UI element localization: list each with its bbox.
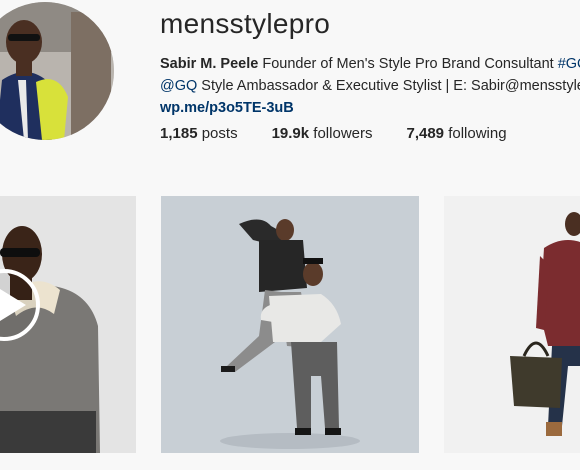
following-label: following: [448, 125, 507, 142]
bio-line-1: Sabir M. Peele Founder of Men's Style Pr…: [160, 53, 580, 75]
bio-website-link[interactable]: wp.me/p3o5TE-3uB: [160, 100, 294, 116]
stat-followers[interactable]: 19.9k followers: [272, 125, 373, 142]
following-count: 7,489: [406, 125, 445, 142]
post-tile-photo[interactable]: [444, 196, 580, 453]
bio-line-2: @GQ Style Ambassador & Executive Stylist…: [160, 75, 580, 97]
profile-username: mensstylepro: [160, 8, 331, 39]
posts-count: 1,185: [160, 125, 198, 142]
post-tile-video[interactable]: [0, 196, 136, 453]
avatar-image: [0, 2, 114, 140]
posts-label: posts: [201, 125, 238, 142]
followers-count: 19.9k: [271, 125, 310, 142]
followers-label: followers: [313, 125, 373, 142]
bio-mention-link[interactable]: @GQ: [160, 78, 197, 94]
stat-following[interactable]: 7,489 following: [406, 125, 506, 142]
bio-text-2: Style Ambassador & Executive Stylist | E…: [197, 78, 580, 94]
stat-posts[interactable]: 1,185 posts: [160, 125, 238, 142]
post-image: [161, 196, 419, 453]
post-image: [444, 196, 580, 453]
bio-line-3: wp.me/p3o5TE-3uB: [160, 97, 580, 119]
profile-avatar[interactable]: [0, 2, 114, 140]
bio-full-name: Sabir M. Peele: [160, 56, 259, 72]
bio-text: Founder of Men's Style Pro Brand Consult…: [258, 56, 558, 72]
post-tile-photo[interactable]: [161, 196, 419, 453]
bio-hashtag-link[interactable]: #GQF: [558, 56, 580, 72]
profile-bio: Sabir M. Peele Founder of Men's Style Pr…: [160, 53, 580, 119]
profile-stats: 1,185 posts 19.9k followers 7,489 follow…: [160, 125, 541, 142]
